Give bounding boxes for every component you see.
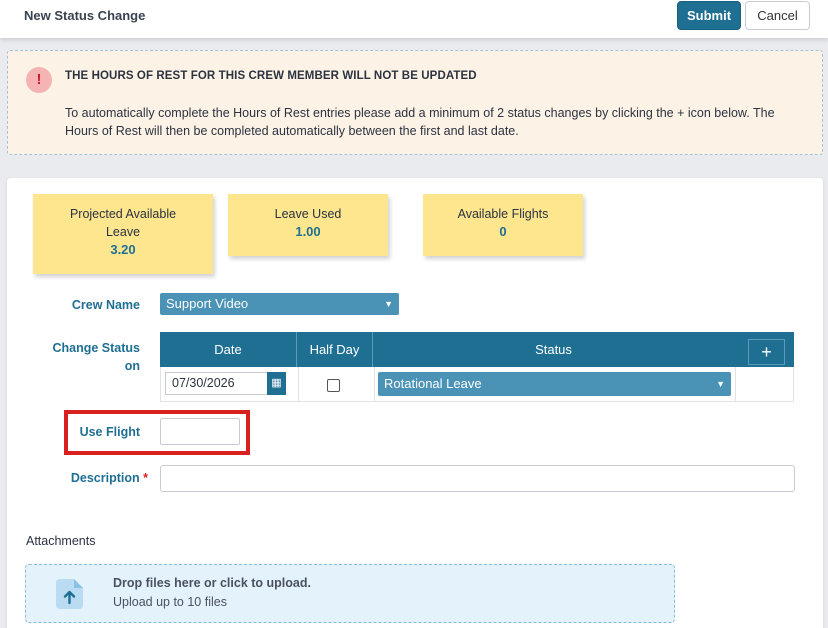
- description-label: Description *: [47, 471, 148, 485]
- stat-leave-used: Leave Used 1.00: [228, 194, 388, 256]
- top-bar: New Status Change Submit Cancel: [0, 0, 828, 38]
- hours-of-rest-alert: ! THE HOURS OF REST FOR THIS CREW MEMBER…: [7, 50, 823, 155]
- half-day-checkbox[interactable]: [327, 379, 340, 392]
- crew-name-label: Crew Name: [71, 298, 140, 312]
- status-select[interactable]: Rotational Leave ▼: [378, 372, 731, 396]
- form-panel: Projected Available Leave 3.20 Leave Use…: [7, 178, 823, 628]
- stat-projected-available-leave: Projected Available Leave 3.20: [33, 194, 213, 274]
- alert-body: To automatically complete the Hours of R…: [65, 106, 775, 138]
- alert-title: THE HOURS OF REST FOR THIS CREW MEMBER W…: [65, 70, 477, 82]
- stat-value: 3.20: [110, 242, 136, 257]
- description-input[interactable]: [160, 465, 795, 492]
- dropzone-title: Drop files here or click to upload.: [113, 576, 311, 590]
- warning-icon: !: [26, 67, 52, 93]
- status-value: Rotational Leave: [384, 376, 482, 391]
- add-status-button[interactable]: +: [748, 339, 785, 365]
- upload-file-icon: [56, 579, 83, 609]
- stat-value: 1.00: [295, 224, 321, 239]
- required-marker: *: [143, 471, 148, 485]
- cancel-button[interactable]: Cancel: [745, 1, 810, 30]
- column-header-date: Date: [160, 332, 297, 367]
- description-label-text: Description: [70, 471, 140, 485]
- stat-available-flights: Available Flights 0: [423, 194, 583, 256]
- chevron-down-icon: ▼: [384, 299, 393, 309]
- column-header-half-day: Half Day: [297, 332, 373, 367]
- calendar-icon[interactable]: ▦: [267, 372, 286, 395]
- crew-name-value: Support Video: [166, 296, 249, 311]
- submit-button[interactable]: Submit: [677, 1, 741, 30]
- date-input[interactable]: 07/30/2026: [165, 372, 283, 395]
- column-divider: [298, 367, 299, 401]
- stat-label: Available Flights: [457, 207, 549, 221]
- column-header-status: Status: [535, 342, 572, 357]
- change-status-label: Change Status on: [52, 341, 140, 373]
- column-divider: [735, 367, 736, 401]
- stat-label: Projected Available Leave: [69, 207, 177, 239]
- attachments-title: Attachments: [26, 534, 96, 548]
- file-dropzone[interactable]: Drop files here or click to upload. Uplo…: [25, 564, 675, 623]
- status-table-header: Date Half Day Status: [160, 332, 734, 367]
- dropzone-subtitle: Upload up to 10 files: [113, 595, 227, 609]
- use-flight-input[interactable]: [160, 418, 240, 445]
- table-row: 07/30/2026 ▦ Rotational Leave ▼: [160, 367, 794, 402]
- page-title: New Status Change: [24, 8, 146, 23]
- chevron-down-icon: ▼: [716, 379, 725, 389]
- crew-name-select[interactable]: Support Video ▼: [160, 293, 399, 315]
- stat-label: Leave Used: [274, 207, 342, 221]
- stat-value: 0: [499, 224, 507, 239]
- column-divider: [374, 367, 375, 401]
- use-flight-label: Use Flight: [79, 425, 140, 439]
